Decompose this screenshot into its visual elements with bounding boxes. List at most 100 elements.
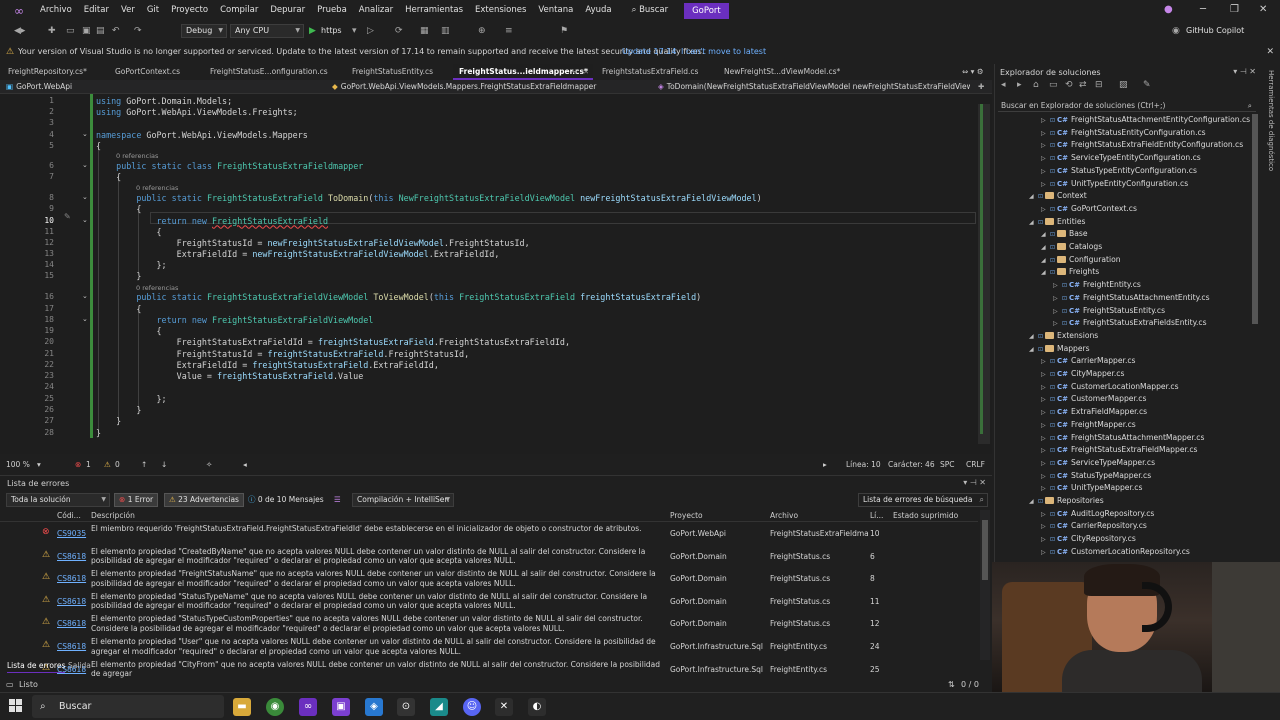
menu-depurar[interactable]: Depurar — [264, 0, 311, 21]
scroll-left-icon[interactable]: ◂ — [243, 458, 247, 471]
error-count[interactable]: 1 — [86, 458, 91, 471]
filter-icon[interactable]: ☰ — [330, 493, 345, 507]
azure-data-studio-icon[interactable]: ◈ — [365, 698, 383, 716]
solution-name-badge[interactable]: GoPort — [684, 2, 729, 19]
bookmark-icon[interactable]: ⚑ — [560, 24, 568, 38]
tree-file[interactable]: ▷ ⊡ C# FreightStatusEntityConfiguration.cs — [1041, 127, 1206, 140]
tree-file[interactable]: ▷ ⊡ C# StatusTypeMapper.cs — [1041, 470, 1151, 483]
column-suppressed[interactable]: Estado suprimido — [893, 510, 958, 522]
terminal-icon[interactable]: ✕ — [495, 698, 513, 716]
refresh-icon[interactable]: ⟳ — [395, 24, 403, 38]
solution-search-input[interactable]: Buscar en Explorador de soluciones (Ctrl… — [998, 99, 1256, 112]
tree-file[interactable]: ▷ ⊡ C# FreightStatusAttachmentEntityConfigu… — [1041, 114, 1250, 127]
tree-file[interactable]: ▷ ⊡ C# ServiceTypeMapper.cs — [1041, 457, 1155, 470]
code-line[interactable]: return new FreightStatusExtraField — [96, 216, 328, 226]
chevron-down-icon[interactable]: ▾ — [963, 478, 967, 487]
expand-arrow-icon[interactable]: ◢ — [1041, 267, 1050, 280]
diagnostics-tools-tab[interactable]: Herramientas de diagnóstico — [1263, 64, 1280, 464]
tree-folder[interactable]: ◢ ⊡ Entities — [1029, 216, 1085, 229]
tab-overflow-icon[interactable]: ⇔ ▾ ⚙ — [956, 64, 984, 80]
error-code-link[interactable]: CS9035 — [57, 529, 86, 538]
line-ending-indicator[interactable]: CRLF — [966, 458, 985, 471]
code-line[interactable]: { — [96, 326, 162, 336]
close-icon[interactable]: ✕ — [1266, 44, 1274, 60]
dropdown-icon[interactable]: ▾ — [352, 24, 357, 38]
tree-folder[interactable]: ◢ ⊡ Configuration — [1041, 254, 1121, 267]
tab-document[interactable]: FreightRepository.cs* — [2, 64, 106, 80]
tree-file[interactable]: ▷ ⊡ C# GoPortContext.cs — [1041, 203, 1137, 216]
code-line[interactable]: FreightStatusId = freightStatusExtraFiel… — [96, 349, 469, 359]
code-line[interactable]: public static FreightStatusExtraField To… — [96, 193, 761, 203]
close-tab-icon[interactable]: ✕ — [583, 64, 589, 78]
code-line[interactable]: public static class FreightStatusExtraFi… — [96, 161, 363, 171]
menu-herramientas[interactable]: Herramientas — [399, 0, 469, 21]
git-changes-icon[interactable]: ⇅ — [948, 678, 955, 692]
code-line[interactable]: } — [96, 416, 121, 426]
settings-icon[interactable]: ✎ — [1143, 80, 1151, 90]
scroll-thumb[interactable] — [1252, 114, 1258, 324]
account-icon[interactable]: ● — [1164, 4, 1173, 15]
fold-toggle-icon[interactable]: ⌄ — [82, 161, 88, 169]
tree-file[interactable]: ▷ ⊡ C# FreightStatusExtraFieldEntityConfigu… — [1041, 139, 1243, 152]
menu-archivo[interactable]: Archivo — [34, 0, 78, 21]
tab-document[interactable]: GoPortContext.cs — [109, 64, 201, 80]
filter-icon[interactable]: ▨ — [1119, 80, 1128, 90]
search-menu[interactable]: ⌕ Buscar — [626, 0, 675, 21]
redo-icon[interactable]: ↷ — [134, 24, 142, 38]
tab-output[interactable]: Salida — [68, 660, 91, 672]
add-icon[interactable]: ✚ — [978, 80, 984, 94]
error-search-input[interactable]: Lista de errores de búsqueda ⌕ — [858, 493, 988, 507]
zoom-icon[interactable]: ⊕ — [478, 24, 486, 38]
update-link[interactable]: Update 17.14 — [622, 44, 676, 60]
error-code-link[interactable]: CS8618 — [57, 574, 86, 583]
tree-file[interactable]: ▷ ⊡ C# CustomerLocationRepository.cs — [1041, 546, 1190, 559]
tab-document[interactable]: FreightStatusE...onfiguration.cs — [204, 64, 343, 80]
switch-views-icon[interactable]: ▭ — [1049, 80, 1058, 90]
tree-file[interactable]: ▷ ⊡ C# ExtraFieldMapper.cs — [1041, 406, 1147, 419]
code-line[interactable]: namespace GoPort.WebApi.ViewModels.Mappe… — [96, 130, 308, 140]
code-line[interactable]: { — [96, 304, 141, 314]
quick-actions-icon[interactable]: ✎ — [64, 212, 71, 221]
char-indicator[interactable]: Carácter: 46 — [888, 458, 935, 471]
code-line[interactable]: } — [96, 271, 141, 281]
line-indicator[interactable]: Línea: 10 — [846, 458, 881, 471]
platform-select[interactable]: Any CPU ▼ — [230, 24, 304, 38]
menu-extensiones[interactable]: Extensiones — [469, 0, 532, 21]
expand-arrow-icon[interactable]: ◢ — [1029, 191, 1038, 204]
file-explorer-icon[interactable]: ▬ — [233, 698, 251, 716]
new-item-icon[interactable]: ✚ — [48, 24, 56, 38]
code-line[interactable]: FreightStatusId = newFreightStatusExtraF… — [96, 238, 530, 248]
copilot-icon[interactable]: ◉ — [1172, 24, 1180, 38]
home-icon[interactable]: ⌂ — [1033, 80, 1039, 90]
error-code-link[interactable]: CS8618 — [57, 597, 86, 606]
error-code-link[interactable]: CS8618 — [57, 642, 86, 651]
tab-document[interactable]: NewFreightSt...dViewModel.cs* — [718, 64, 840, 80]
collapsed-arrow-icon[interactable]: ▷ — [1041, 547, 1050, 560]
error-row[interactable]: ⚠ CS8618 El elemento propiedad "StatusType… — [0, 613, 978, 636]
tree-file[interactable]: ▷ ⊡ C# StatusTypeEntityConfiguration.cs — [1041, 165, 1197, 178]
error-row[interactable]: ⊗ CS9035 El miembro requerido 'FreightStat… — [0, 523, 978, 546]
tree-folder[interactable]: ◢ ⊡ Freights — [1041, 266, 1099, 279]
chevron-down-icon[interactable]: ▾ — [37, 458, 41, 471]
windows-start-icon[interactable] — [9, 699, 23, 713]
error-row[interactable]: ⚠ CS8618 El elemento propiedad "CreatedByN… — [0, 546, 978, 569]
taskbar-search-box[interactable]: ⌕ Buscar — [32, 695, 224, 718]
tab-document[interactable]: FreightstatusExtraField.cs — [596, 64, 714, 80]
column-code[interactable]: Códi... — [57, 510, 81, 522]
tree-folder[interactable]: ◢ ⊡ Base — [1041, 228, 1088, 241]
tree-folder[interactable]: ◢ ⊡ Extensions — [1029, 330, 1098, 343]
tree-file[interactable]: ▷ ⊡ C# UnitTypeMapper.cs — [1041, 482, 1142, 495]
tab-document[interactable]: FreightStatusEntity.cs — [346, 64, 450, 80]
fold-toggle-icon[interactable]: ⌄ — [82, 315, 88, 323]
close-icon[interactable]: ✕ — [1249, 67, 1256, 76]
code-line[interactable]: FreightStatusExtraFieldId = freightStatu… — [96, 337, 570, 347]
tree-file[interactable]: ▷ ⊡ C# FreightStatusEntity.cs — [1053, 305, 1165, 318]
code-line[interactable]: }; — [96, 394, 167, 404]
expand-arrow-icon[interactable]: ◢ — [1029, 496, 1038, 509]
codelens-references[interactable]: 0 referencias — [136, 184, 178, 192]
fold-toggle-icon[interactable]: ⌄ — [82, 216, 88, 224]
tree-file[interactable]: ▷ ⊡ C# FreightStatusExtraFieldsEntity.cs — [1053, 317, 1207, 330]
tree-file[interactable]: ▷ ⊡ C# AuditLogRepository.cs — [1041, 508, 1154, 521]
history-icon[interactable]: ⟲ — [1065, 80, 1073, 90]
game-icon[interactable]: ◐ — [528, 698, 546, 716]
